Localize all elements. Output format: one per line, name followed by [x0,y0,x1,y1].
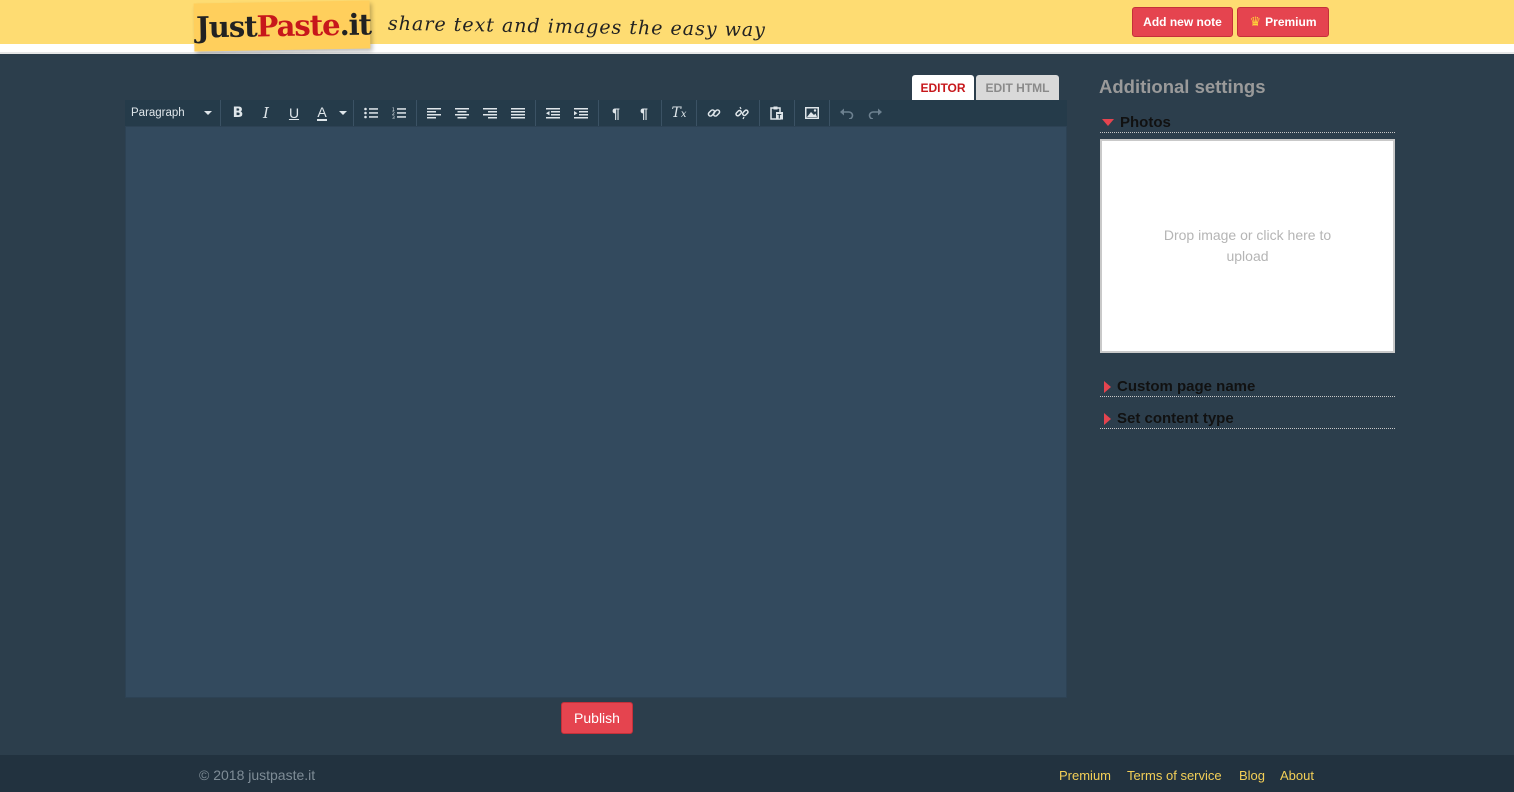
text-color-icon[interactable]: A [308,100,336,126]
ltr-icon[interactable]: ¶ [602,100,630,126]
tab-editor-label: EDITOR [920,80,966,95]
toolbar-group-lists: 123 [354,100,417,126]
link-icon[interactable] [700,100,728,126]
custom-page-name-label: Custom page name [1117,378,1256,395]
add-new-note-label: Add new note [1143,15,1222,29]
unlink-icon[interactable] [728,100,756,126]
text-color-dropdown-icon[interactable] [336,100,350,126]
logo-text-paste: Paste [256,7,340,44]
bullet-list-icon[interactable] [357,100,385,126]
upload-placeholder-text: Drop image or click here to upload [1163,227,1332,264]
triangle-down-icon [1102,119,1114,126]
footer-link-terms[interactable]: Terms of service [1127,768,1222,783]
clear-formatting-icon[interactable]: Tx [665,100,693,126]
indent-icon[interactable] [567,100,595,126]
site-logo[interactable]: Just Paste .it [193,0,372,52]
footer-link-blog[interactable]: Blog [1239,768,1265,783]
align-left-icon[interactable] [420,100,448,126]
publish-button[interactable]: Publish [561,702,633,734]
italic-icon[interactable]: I [252,100,280,126]
redo-icon[interactable] [861,100,889,126]
header-divider-shadow [0,52,1514,54]
logo-text-just: Just [195,9,257,45]
toolbar-group-direction: ¶ ¶ [599,100,662,126]
toolbar-group-text-style: B I U A [221,100,354,126]
chevron-down-icon [204,111,212,115]
toolbar-group-paste: T [760,100,795,126]
toolbar-group-indent [536,100,599,126]
footer-link-about[interactable]: About [1280,768,1314,783]
publish-label: Publish [574,710,620,726]
underline-icon[interactable]: U [280,100,308,126]
align-justify-icon[interactable] [504,100,532,126]
toolbar-group-clear: Tx [662,100,697,126]
photos-label: Photos [1120,114,1171,131]
footer-link-premium[interactable]: Premium [1059,768,1111,783]
svg-text:3: 3 [392,115,395,119]
editor-content-area[interactable] [125,126,1067,698]
triangle-right-icon [1104,412,1111,425]
align-center-icon[interactable] [448,100,476,126]
align-right-icon[interactable] [476,100,504,126]
crown-icon: ♛ [1249,14,1262,29]
tab-edit-html-label: EDIT HTML [985,80,1050,95]
rtl-icon[interactable]: ¶ [630,100,658,126]
numbered-list-icon[interactable]: 123 [385,100,413,126]
copyright-text: © 2018 justpaste.it [199,767,316,783]
additional-settings-title: Additional settings [1099,76,1266,97]
bold-icon[interactable]: B [224,100,252,126]
photos-section-toggle[interactable]: Photos [1100,113,1395,133]
editor-toolbar: Paragraph B I U A 123 ¶ ¶ Tx T [125,100,1067,126]
content-type-toggle[interactable]: Set content type [1100,409,1395,429]
custom-page-name-toggle[interactable]: Custom page name [1100,377,1395,397]
toolbar-group-media [795,100,830,126]
image-upload-dropzone[interactable]: Drop image or click here to upload [1100,139,1395,353]
format-select-value: Paragraph [131,107,185,119]
tab-edit-html[interactable]: EDIT HTML [976,75,1059,100]
toolbar-group-history [830,100,892,126]
insert-image-icon[interactable] [798,100,826,126]
toolbar-group-align [417,100,536,126]
paste-as-text-icon[interactable]: T [763,100,791,126]
format-select[interactable]: Paragraph [125,100,221,126]
premium-label: Premium [1265,15,1317,29]
outdent-icon[interactable] [539,100,567,126]
triangle-right-icon [1104,380,1111,393]
premium-button[interactable]: ♛ Premium [1237,7,1329,37]
toolbar-group-links [697,100,760,126]
content-type-label: Set content type [1117,410,1234,427]
add-new-note-button[interactable]: Add new note [1132,7,1233,37]
undo-icon[interactable] [833,100,861,126]
tab-editor[interactable]: EDITOR [912,75,974,100]
logo-text-it: .it [339,7,372,42]
